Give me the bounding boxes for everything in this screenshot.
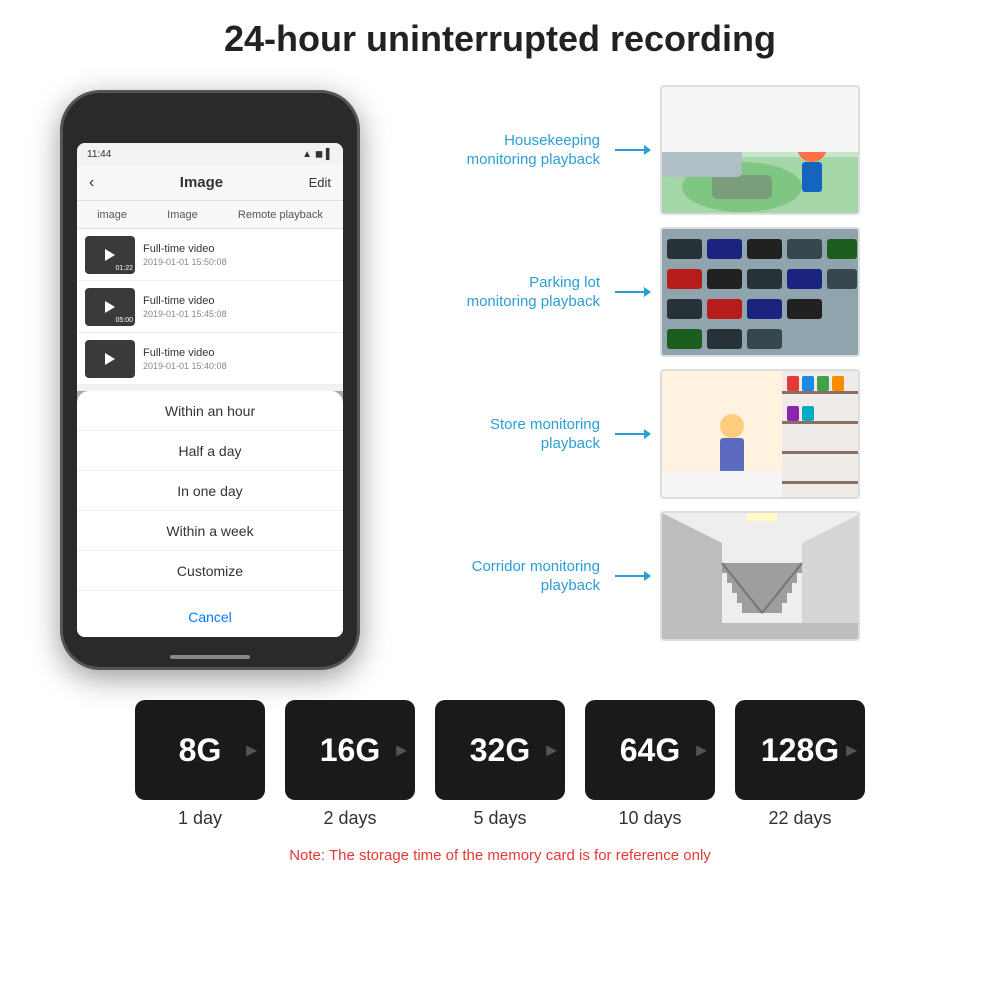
dropdown-item-one-day[interactable]: In one day <box>77 471 343 511</box>
home-indicator <box>170 655 250 659</box>
video-thumb-1: 01:22 <box>85 236 135 274</box>
dropdown-cancel-button[interactable]: Cancel <box>77 597 343 637</box>
monitoring-label-housekeeping: Housekeepingmonitoring playback <box>420 131 600 170</box>
monitoring-image-parking <box>660 227 860 357</box>
monitoring-label-parking: Parking lotmonitoring playback <box>420 273 600 312</box>
video-item-1[interactable]: 01:22 Full-time video 2019-01-01 15:50:0… <box>77 229 343 281</box>
sdcard-visual-3: 64G <box>585 700 715 800</box>
monitoring-image-housekeeping <box>660 85 860 215</box>
sdcard-size-0: 8G <box>179 732 222 769</box>
connector-store <box>615 433 645 435</box>
phone-tabs: image Image Remote playback <box>77 201 343 229</box>
connector-line-store <box>615 433 645 435</box>
video-duration-2: 05:00 <box>115 317 133 324</box>
play-icon-1 <box>105 249 115 261</box>
sdcard-days-0: 1 day <box>178 808 222 829</box>
main-content: 11:44 ▲ ◼ ▌ ‹ Image Edit image Image Rem… <box>0 80 1000 670</box>
phone-time: 11:44 <box>87 149 111 160</box>
video-item-3[interactable]: Full-time video 2019-01-01 15:40:08 <box>77 333 343 385</box>
dropdown-overlay: Within an hour Half a day In one day Wit… <box>77 391 343 637</box>
monitoring-item-corridor: Corridor monitoringplayback <box>420 511 980 641</box>
page-header: 24-hour uninterrupted recording <box>0 0 1000 70</box>
monitoring-label-store: Store monitoringplayback <box>420 415 600 454</box>
connector-line-corridor <box>615 575 645 577</box>
monitoring-image-store <box>660 369 860 499</box>
phone-shell: 11:44 ▲ ◼ ▌ ‹ Image Edit image Image Rem… <box>60 90 360 670</box>
phone-notch <box>160 105 260 127</box>
note-text: Note: The storage time of the memory car… <box>289 847 711 864</box>
sdcard-visual-4: 128G <box>735 700 865 800</box>
play-icon-3 <box>105 353 115 365</box>
sdcard-item-3: 64G 10 days <box>585 700 715 829</box>
monitoring-section: Housekeepingmonitoring playback <box>400 80 980 670</box>
video-thumb-3 <box>85 340 135 378</box>
sdcard-visual-1: 16G <box>285 700 415 800</box>
play-icon-2 <box>105 301 115 313</box>
sdcard-size-3: 64G <box>620 732 680 769</box>
sdcard-visual-2: 32G <box>435 700 565 800</box>
monitoring-item-parking: Parking lotmonitoring playback <box>420 227 980 357</box>
video-item-2[interactable]: 05:00 Full-time video 2019-01-01 15:45:0… <box>77 281 343 333</box>
dropdown-item-within-hour[interactable]: Within an hour <box>77 391 343 431</box>
video-date-1: 2019-01-01 15:50:08 <box>143 257 227 267</box>
video-date-2: 2019-01-01 15:45:08 <box>143 309 227 319</box>
phone-mockup: 11:44 ▲ ◼ ▌ ‹ Image Edit image Image Rem… <box>60 90 360 670</box>
phone-icons: ▲ ◼ ▌ <box>302 149 333 160</box>
monitoring-item-housekeeping: Housekeepingmonitoring playback <box>420 85 980 215</box>
video-info-3: Full-time video 2019-01-01 15:40:08 <box>143 347 227 371</box>
dropdown-item-week[interactable]: Within a week <box>77 511 343 551</box>
tab-remote-playback[interactable]: Remote playback <box>238 209 323 221</box>
tab-image2[interactable]: Image <box>167 209 198 221</box>
note-section: Note: The storage time of the memory car… <box>0 839 1000 873</box>
video-name-1: Full-time video <box>143 243 227 255</box>
sdcard-item-4: 128G 22 days <box>735 700 865 829</box>
connector-parking <box>615 291 645 293</box>
sdcard-days-4: 22 days <box>768 808 831 829</box>
sdcard-days-1: 2 days <box>323 808 376 829</box>
connector-corridor <box>615 575 645 577</box>
page-title: 24-hour uninterrupted recording <box>0 18 1000 60</box>
video-name-2: Full-time video <box>143 295 227 307</box>
dropdown-item-half-day[interactable]: Half a day <box>77 431 343 471</box>
sdcard-item-0: 8G 1 day <box>135 700 265 829</box>
connector-housekeeping <box>615 149 645 151</box>
sdcard-section: 8G 1 day 16G 2 days 32G 5 days 64G 10 da… <box>0 680 1000 839</box>
monitoring-label-corridor: Corridor monitoringplayback <box>420 557 600 596</box>
back-button[interactable]: ‹ <box>89 174 94 192</box>
dropdown-menu: Within an hour Half a day In one day Wit… <box>77 391 343 637</box>
video-duration-1: 01:22 <box>115 265 133 272</box>
sdcard-size-4: 128G <box>761 732 839 769</box>
sdcard-visual-0: 8G <box>135 700 265 800</box>
phone-section: 11:44 ▲ ◼ ▌ ‹ Image Edit image Image Rem… <box>20 80 400 670</box>
screen-title: Image <box>180 174 223 191</box>
connector-line-housekeeping <box>615 149 645 151</box>
video-name-3: Full-time video <box>143 347 227 359</box>
tab-image1[interactable]: image <box>97 209 127 221</box>
sdcard-days-2: 5 days <box>473 808 526 829</box>
phone-status-bar: 11:44 ▲ ◼ ▌ <box>77 143 343 165</box>
sdcard-item-2: 32G 5 days <box>435 700 565 829</box>
connector-line-parking <box>615 291 645 293</box>
monitoring-item-store: Store monitoringplayback <box>420 369 980 499</box>
video-date-3: 2019-01-01 15:40:08 <box>143 361 227 371</box>
video-info-2: Full-time video 2019-01-01 15:45:08 <box>143 295 227 319</box>
phone-nav-bar: ‹ Image Edit <box>77 165 343 201</box>
sdcard-size-2: 32G <box>470 732 530 769</box>
sdcard-item-1: 16G 2 days <box>285 700 415 829</box>
edit-button[interactable]: Edit <box>309 175 331 190</box>
video-thumb-2: 05:00 <box>85 288 135 326</box>
dropdown-item-customize[interactable]: Customize <box>77 551 343 591</box>
monitoring-image-corridor <box>660 511 860 641</box>
video-info-1: Full-time video 2019-01-01 15:50:08 <box>143 243 227 267</box>
sdcard-size-1: 16G <box>320 732 380 769</box>
sdcard-days-3: 10 days <box>618 808 681 829</box>
phone-screen: 11:44 ▲ ◼ ▌ ‹ Image Edit image Image Rem… <box>77 143 343 637</box>
